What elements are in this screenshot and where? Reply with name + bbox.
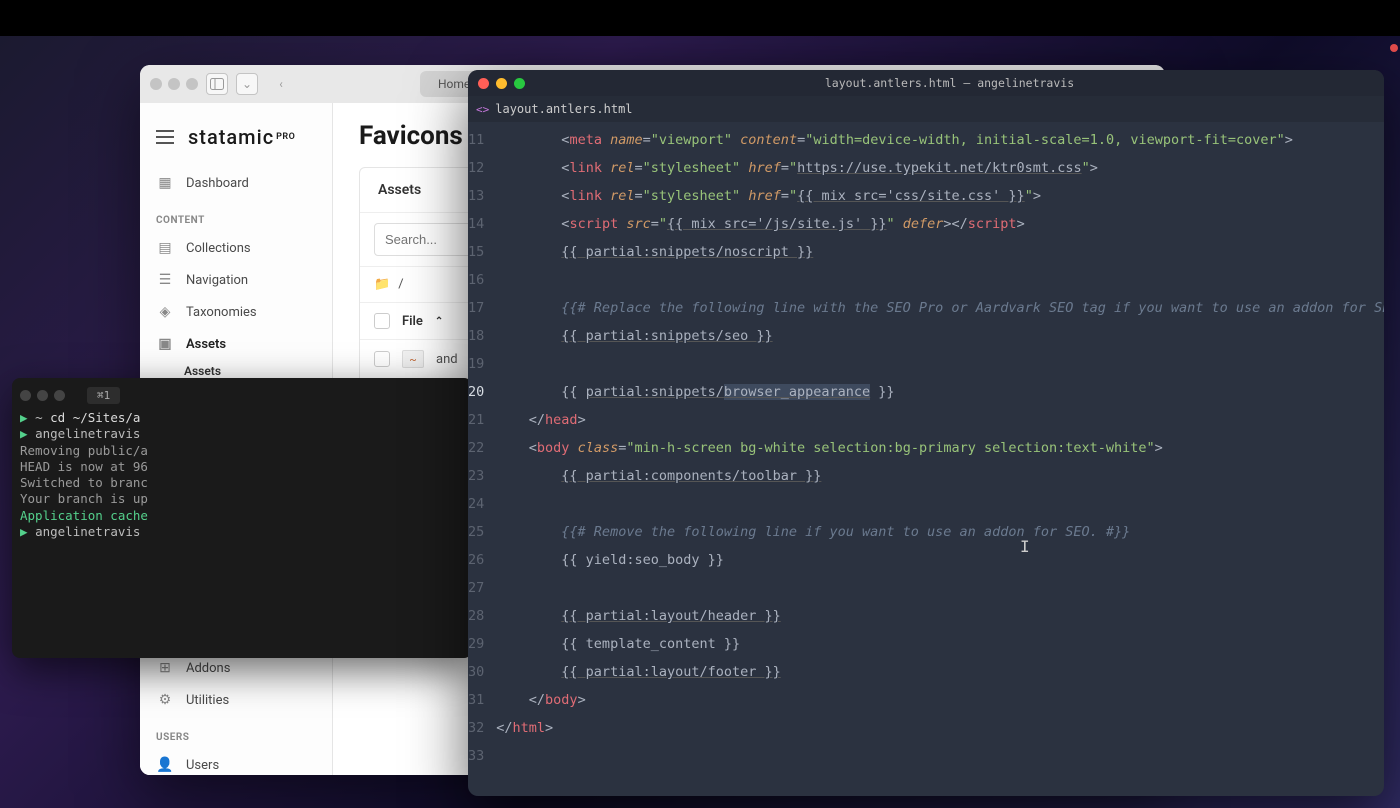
collections-icon: ▤	[156, 239, 174, 257]
addons-icon: ⊞	[156, 659, 174, 677]
tab-strip: <> layout.antlers.html	[468, 96, 1384, 122]
editor-title: layout.antlers.html — angelinetravis	[825, 76, 1074, 90]
sidebar-item-navigation[interactable]: ☰Navigation	[140, 264, 332, 296]
editor-titlebar: layout.antlers.html — angelinetravis	[468, 70, 1384, 96]
back-icon[interactable]: ‹	[270, 73, 292, 95]
terminal-window: ⌘1 ▶ ~ cd ~/Sites/a ▶ angelinetravis Rem…	[12, 378, 472, 658]
close-icon[interactable]	[478, 78, 489, 89]
sidebar-heading-content: CONTENT	[140, 199, 332, 232]
minimize-icon[interactable]	[37, 390, 48, 401]
folder-icon: 📁	[374, 277, 390, 292]
sidebar-item-collections[interactable]: ▤Collections	[140, 232, 332, 264]
editor-tab[interactable]: layout.antlers.html	[495, 102, 632, 116]
editor-window: layout.antlers.html — angelinetravis <> …	[468, 70, 1384, 796]
dashboard-icon: ▦	[156, 174, 174, 192]
sort-icon[interactable]: ⌃	[435, 316, 443, 327]
terminal-tab[interactable]: ⌘1	[87, 387, 120, 404]
brand-pro: PRO	[276, 132, 295, 142]
zoom-icon[interactable]	[514, 78, 525, 89]
sidebar-item-assets[interactable]: ▣Assets	[140, 328, 332, 360]
text-cursor-icon: I	[1020, 537, 1030, 556]
menubar	[0, 0, 1400, 36]
chevron-down-icon[interactable]: ⌄	[236, 73, 258, 95]
sidebar-heading-users: USERS	[140, 716, 332, 749]
row-checkbox[interactable]	[374, 351, 390, 367]
terminal-titlebar: ⌘1	[20, 384, 464, 406]
zoom-icon[interactable]	[54, 390, 65, 401]
sidebar-toggle-icon[interactable]	[206, 73, 228, 95]
brand-name: statamic	[188, 125, 274, 149]
close-icon[interactable]	[20, 390, 31, 401]
navigation-icon: ☰	[156, 271, 174, 289]
code-body[interactable]: 1112131415161718192021222324252627282930…	[468, 122, 1384, 770]
minimize-icon[interactable]	[496, 78, 507, 89]
select-all-checkbox[interactable]	[374, 313, 390, 329]
sidebar-item-utilities[interactable]: ⚙Utilities	[140, 684, 332, 716]
users-icon: 👤	[156, 756, 174, 774]
utilities-icon: ⚙	[156, 691, 174, 709]
tag-icon: ◈	[156, 303, 174, 321]
image-icon: ▣	[156, 335, 174, 353]
browser-traffic-lights[interactable]	[150, 78, 198, 90]
terminal-body[interactable]: ▶ ~ cd ~/Sites/a ▶ angelinetravis Removi…	[20, 406, 464, 540]
recording-dot	[1390, 44, 1398, 52]
file-thumb: ~	[402, 350, 424, 368]
file-icon: <>	[476, 103, 489, 116]
brand: statamicPRO	[140, 115, 332, 167]
sidebar-item-taxonomies[interactable]: ◈Taxonomies	[140, 296, 332, 328]
menu-icon[interactable]	[156, 130, 174, 144]
sidebar-item-dashboard[interactable]: ▦Dashboard	[140, 167, 332, 199]
code-content[interactable]: <meta name="viewport" content="width=dev…	[496, 126, 1384, 770]
gutter: 1112131415161718192021222324252627282930…	[468, 126, 496, 770]
sidebar-item-users[interactable]: 👤Users	[140, 749, 332, 775]
